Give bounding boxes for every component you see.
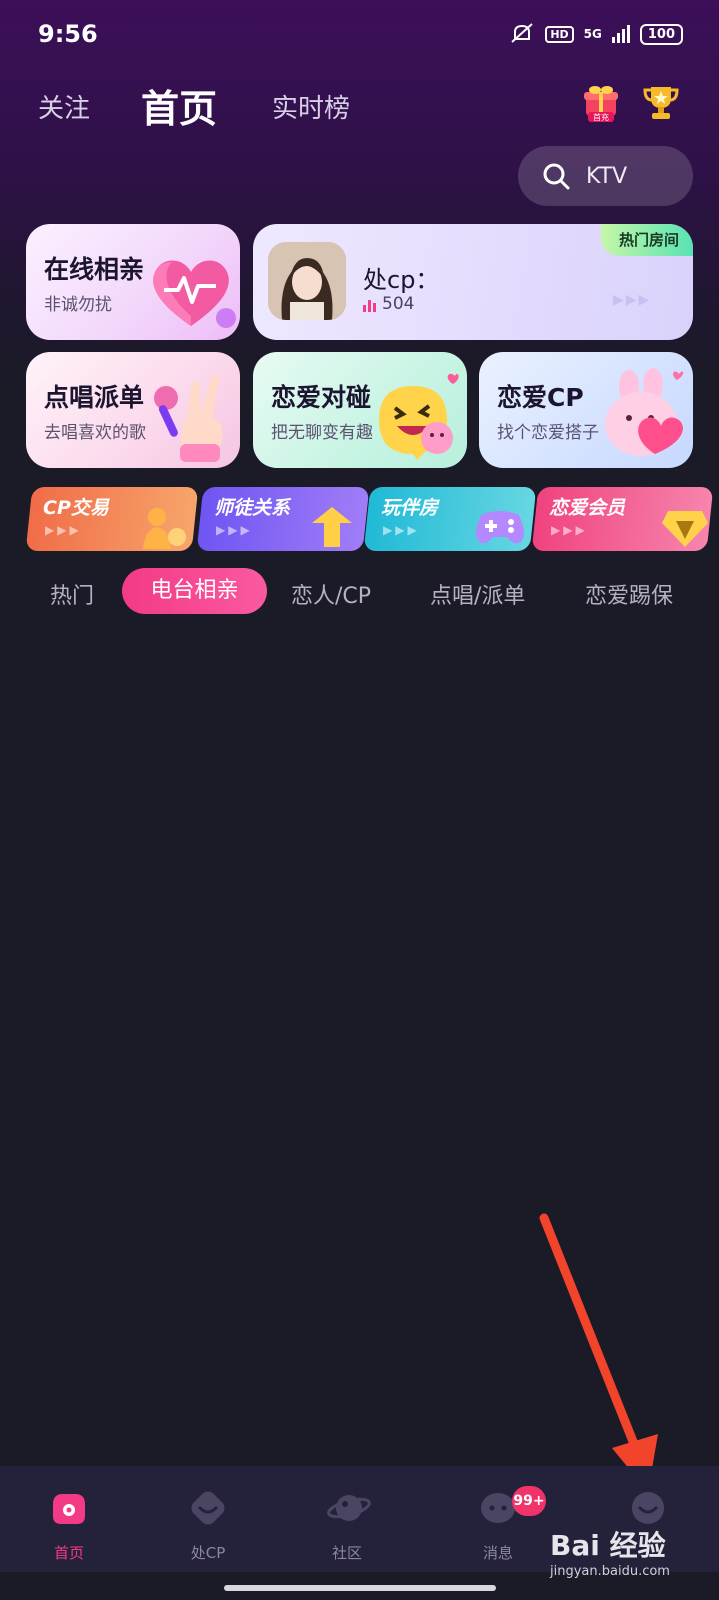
watermark-sub: jingyan.baidu.com: [550, 1564, 670, 1579]
nav-label: 消息: [482, 1544, 513, 1562]
status-bar: 9:56 HD 5G 100: [0, 0, 719, 70]
nav-community[interactable]: 社区: [297, 1466, 397, 1572]
chat-bubble-icon: [481, 1493, 515, 1523]
status-time: 9:56: [38, 20, 98, 48]
status-icons: HD 5G 100: [509, 22, 683, 46]
network-label: 5G: [583, 27, 602, 41]
arrows-icon: ▶▶▶: [383, 523, 420, 537]
mini-card-label: CP交易: [43, 497, 109, 519]
tab-home[interactable]: 首页: [141, 78, 217, 133]
category-tab-lovers-cp[interactable]: 恋人/CP: [291, 578, 371, 610]
mini-card-cp-trade[interactable]: CP交易 ▶▶▶: [25, 487, 199, 551]
heart-pulse-icon: [153, 260, 236, 328]
signal-icon: [611, 25, 630, 43]
card-title: 在线相亲: [44, 255, 145, 284]
tab-rank[interactable]: 实时榜: [272, 88, 350, 125]
home-icon: [53, 1494, 85, 1524]
category-tab-radio-dating[interactable]: 电台相亲: [122, 568, 267, 614]
arrows-icon: ▶▶▶: [45, 523, 82, 537]
card-subtitle: 找个恋爱搭子: [497, 423, 599, 443]
nav-home[interactable]: 首页: [19, 1466, 119, 1572]
laughing-face-icon: [379, 373, 459, 460]
search-icon: [543, 163, 570, 190]
search-placeholder: KTV: [586, 163, 628, 189]
home-indicator[interactable]: [224, 1585, 496, 1591]
gamepad-icon: [476, 511, 524, 544]
trophy-icon[interactable]: [643, 84, 679, 122]
arrows-icon: ▶▶▶: [216, 523, 253, 537]
card-sing-order[interactable]: 点唱派单 去唱喜欢的歌: [26, 352, 240, 468]
search-box[interactable]: KTV: [518, 146, 693, 206]
card-love-cp[interactable]: 恋爱CP 找个恋爱搭子: [479, 352, 693, 468]
watermark-main: Bai 经验: [550, 1529, 666, 1562]
card-online-matchmaking[interactable]: 在线相亲 非诚勿扰: [26, 224, 240, 340]
card-subtitle: 去唱喜欢的歌: [44, 423, 146, 443]
smile-face-icon: [632, 1492, 664, 1524]
arrows-icon: ▶▶▶: [613, 292, 652, 308]
card-subtitle: 非诚勿扰: [44, 295, 112, 315]
room-listener-count: 504: [363, 294, 414, 314]
victory-hand-microphone-icon: [154, 374, 223, 462]
battery-indicator: 100: [639, 23, 683, 45]
room-name: 处cp：: [363, 266, 440, 294]
category-tab-hot[interactable]: 热门: [50, 578, 94, 610]
hd-badge: HD: [545, 25, 574, 43]
message-badge: 99+: [512, 1486, 546, 1516]
gift-icon[interactable]: 首充: [582, 84, 620, 122]
mini-card-mentor[interactable]: 师徒关系 ▶▶▶: [196, 487, 370, 551]
card-title: 恋爱CP: [497, 383, 584, 412]
graduation-arrow-icon: [312, 507, 352, 547]
room-count-value: 504: [382, 294, 415, 314]
mute-icon: [511, 23, 533, 43]
mini-card-label: 玩伴房: [381, 497, 439, 519]
gift-badge-text: 首充: [593, 112, 609, 122]
card-hot-room[interactable]: 热门房间 处cp： 504 ▶▶▶: [253, 224, 693, 340]
category-tabs: 热门 电台相亲 恋人/CP 点唱/派单 恋爱踢保: [0, 566, 719, 616]
hot-room-badge: 热门房间: [600, 224, 693, 256]
avatar: [268, 242, 346, 320]
planet-icon: [327, 1495, 371, 1521]
category-tab-love-kick[interactable]: 恋爱踢保: [585, 578, 673, 610]
category-tab-sing-order[interactable]: 点唱/派单: [430, 578, 525, 610]
card-love-match[interactable]: 恋爱对碰 把无聊变有趣: [253, 352, 467, 468]
tab-follow[interactable]: 关注: [38, 88, 90, 125]
audio-bars-icon: [363, 300, 376, 312]
mini-card-playmate-room[interactable]: 玩伴房 ▶▶▶: [363, 487, 537, 551]
nav-messages[interactable]: 99+ 消息: [448, 1466, 548, 1572]
nav-label: 首页: [53, 1544, 84, 1562]
mini-card-label: 恋爱会员: [549, 497, 626, 519]
card-title: 点唱派单: [44, 383, 145, 412]
vip-gem-icon: [662, 511, 708, 547]
top-nav: 关注 首页 实时榜 首充: [0, 78, 719, 134]
mini-card-love-member[interactable]: 恋爱会员 ▶▶▶: [531, 487, 714, 551]
nav-cp[interactable]: 处CP: [158, 1466, 258, 1572]
mini-card-label: 师徒关系: [214, 497, 291, 519]
card-title: 恋爱对碰: [271, 383, 372, 412]
nav-label: 处CP: [190, 1544, 226, 1562]
people-coin-icon: [143, 508, 186, 549]
card-subtitle: 把无聊变有趣: [271, 423, 373, 443]
baidu-watermark: Bai 经验 jingyan.baidu.com: [550, 1524, 710, 1594]
heart-icon: [191, 1491, 225, 1525]
nav-label: 社区: [331, 1544, 362, 1562]
annotation-arrow: [539, 1213, 658, 1492]
arrows-icon: ▶▶▶: [551, 523, 588, 537]
bunny-heart-icon: [605, 368, 684, 456]
